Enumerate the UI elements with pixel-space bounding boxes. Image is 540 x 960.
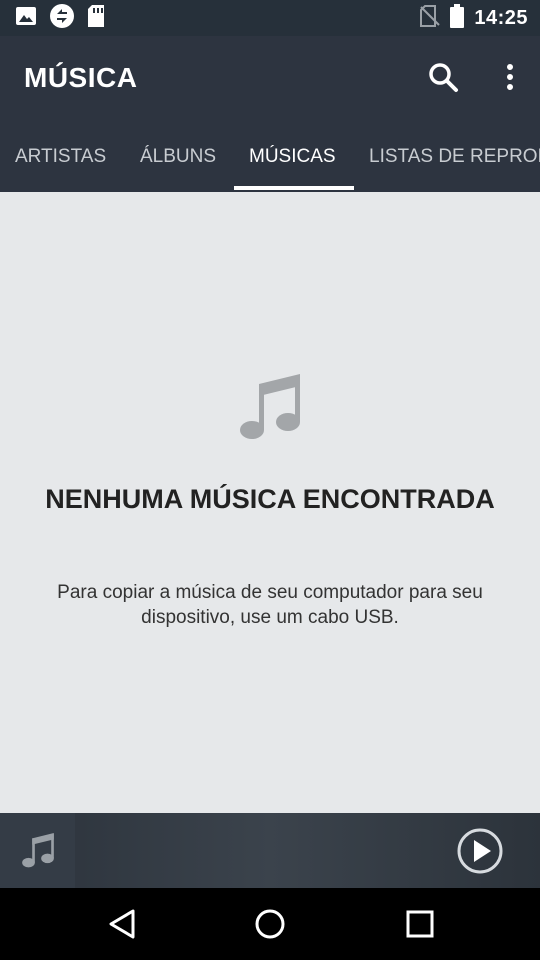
album-art bbox=[0, 813, 75, 888]
battery-icon bbox=[450, 3, 465, 33]
sd-card-icon bbox=[86, 4, 106, 33]
status-bar: 14:25 bbox=[0, 0, 540, 36]
sync-icon bbox=[48, 2, 76, 35]
back-icon bbox=[109, 909, 135, 939]
music-note-icon bbox=[21, 832, 54, 867]
more-options-button[interactable] bbox=[498, 60, 522, 94]
music-note-icon bbox=[240, 374, 300, 439]
content-area: NENHUMA MÚSICA ENCONTRADA Para copiar a … bbox=[0, 192, 540, 813]
recents-icon bbox=[406, 910, 434, 938]
navigation-bar bbox=[0, 888, 540, 960]
no-sim-icon bbox=[420, 4, 441, 32]
search-icon bbox=[429, 63, 458, 92]
play-button[interactable] bbox=[456, 827, 504, 875]
back-button[interactable] bbox=[104, 906, 140, 942]
tab-songs[interactable]: MÚSICAS bbox=[249, 138, 336, 192]
home-button[interactable] bbox=[252, 906, 288, 942]
tab-playlists[interactable]: LISTAS DE REPRODUÇÃO bbox=[369, 138, 540, 192]
search-button[interactable] bbox=[426, 60, 460, 94]
app-bar: MÚSICA ARTISTAS ÁLBUNS MÚSICAS LISTAS DE… bbox=[0, 36, 540, 192]
tab-artists[interactable]: ARTISTAS bbox=[15, 138, 106, 192]
system-status: 14:25 bbox=[420, 3, 528, 33]
more-vert-icon bbox=[507, 64, 513, 90]
home-icon bbox=[255, 909, 285, 939]
clock: 14:25 bbox=[474, 6, 528, 29]
empty-state-title: NENHUMA MÚSICA ENCONTRADA bbox=[45, 484, 495, 514]
recents-button[interactable] bbox=[402, 906, 438, 942]
app-title: MÚSICA bbox=[24, 62, 138, 93]
image-icon bbox=[14, 4, 38, 33]
tab-bar: ARTISTAS ÁLBUNS MÚSICAS LISTAS DE REPROD… bbox=[0, 138, 540, 192]
play-icon bbox=[457, 828, 503, 874]
mini-player[interactable] bbox=[0, 813, 540, 888]
notification-icons bbox=[14, 3, 106, 33]
tab-albums[interactable]: ÁLBUNS bbox=[140, 138, 216, 192]
empty-state-description: Para copiar a música de seu computador p… bbox=[57, 582, 483, 628]
tab-indicator bbox=[234, 186, 354, 190]
